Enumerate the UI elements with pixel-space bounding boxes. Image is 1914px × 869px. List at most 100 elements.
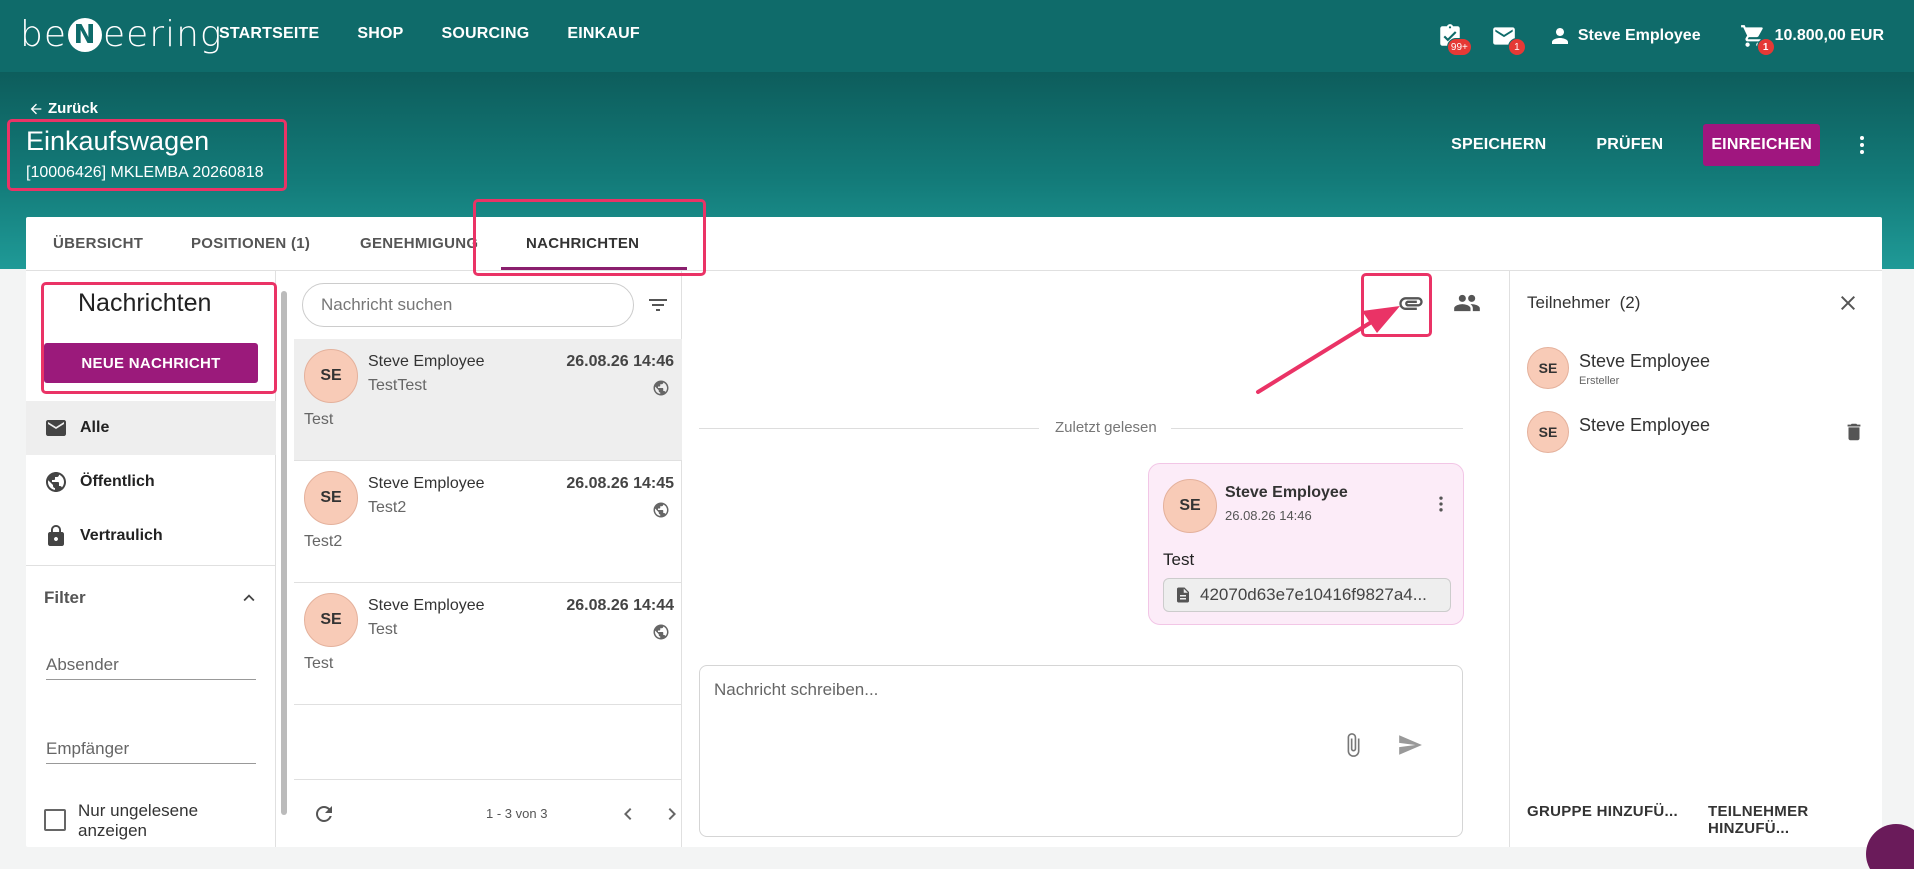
composer-placeholder: Nachricht schreiben...: [714, 680, 879, 699]
more-actions-button[interactable]: [1850, 133, 1874, 157]
participants-heading: Teilnehmer (2): [1527, 293, 1640, 313]
message-preview: Test: [304, 655, 334, 672]
folder-oeffentlich[interactable]: Öffentlich: [26, 455, 276, 509]
tab-nachrichten[interactable]: NACHRICHTEN: [526, 235, 639, 252]
unread-label-line2: anzeigen: [78, 821, 148, 840]
chevron-up-icon: [243, 594, 255, 602]
participants-title: Teilnehmer: [1527, 293, 1611, 312]
add-group-button[interactable]: GRUPPE HINZUFÜ...: [1527, 803, 1678, 820]
unread-only-filter[interactable]: Nur ungelesene anzeigen: [44, 801, 198, 841]
message-list-item[interactable]: SE Steve Employee Test2 26.08.26 14:45 T…: [294, 461, 682, 583]
message-list-item[interactable]: SE Steve Employee Test 26.08.26 14:44 Te…: [294, 583, 682, 705]
message-bubble: SE Steve Employee 26.08.26 14:46 Test 42…: [1148, 463, 1464, 625]
message-subject: Test2: [368, 499, 407, 516]
user-menu[interactable]: Steve Employee: [1548, 24, 1701, 48]
tab-positionen[interactable]: POSITIONEN (1): [191, 235, 310, 252]
unread-label-line1: Nur ungelesene: [78, 801, 199, 820]
logo-n-circle: N: [68, 17, 102, 52]
tasks-badge: 99+: [1446, 38, 1472, 56]
message-sender: Steve Employee: [368, 353, 485, 370]
globe-icon: [46, 472, 66, 492]
logo-text-left: be: [20, 14, 67, 55]
tab-genehmigung[interactable]: GENEHMIGUNG: [360, 235, 478, 252]
new-message-button[interactable]: NEUE NACHRICHT: [44, 343, 258, 383]
next-page-button[interactable]: [660, 802, 684, 826]
page-title: Einkaufswagen: [26, 126, 210, 156]
attachments-button[interactable]: [1397, 289, 1425, 317]
folder-scrollbar[interactable]: [281, 291, 287, 815]
close-participants-button[interactable]: [1836, 291, 1860, 315]
conversation-panel: Zuletzt gelesen SE Steve Employee 26.08.…: [683, 271, 1510, 847]
recipient-field[interactable]: Empfänger: [46, 739, 256, 764]
back-label: Zurück: [48, 100, 99, 117]
filter-toggle[interactable]: Filter: [44, 587, 260, 609]
attach-file-button[interactable]: [1340, 732, 1366, 758]
check-button[interactable]: PRÜFEN: [1596, 136, 1663, 154]
avatar: SE: [304, 593, 358, 647]
message-preview: Test2: [304, 533, 343, 550]
more-vert-icon: [1860, 136, 1864, 154]
filter-button[interactable]: [646, 293, 670, 317]
sender-field[interactable]: Absender: [46, 655, 256, 680]
folder-vertraulich[interactable]: Vertraulich: [26, 509, 276, 563]
attachment-chip[interactable]: 42070d63e7e10416f9827a4...: [1163, 578, 1451, 612]
messages-heading: Nachrichten: [78, 289, 212, 317]
paperclip-icon: [1347, 733, 1360, 757]
attachment-name: 42070d63e7e10416f9827a4...: [1200, 585, 1427, 604]
refresh-button[interactable]: [312, 802, 336, 826]
tab-uebersicht[interactable]: ÜBERSICHT: [53, 235, 143, 252]
folder-label: Alle: [80, 419, 110, 436]
tab-bar: ÜBERSICHT POSITIONEN (1) GENEHMIGUNG NAC…: [26, 217, 1882, 271]
cart-total: 10.800,00 EUR: [1774, 27, 1884, 44]
message-sender: Steve Employee: [368, 597, 485, 614]
chevron-right-icon: [668, 808, 676, 820]
participant-name: Steve Employee: [1579, 415, 1711, 435]
app-logo[interactable]: be Neering: [20, 14, 223, 55]
participant-name: Steve Employee: [1579, 351, 1711, 371]
top-right-tools: 99+ 1 Steve Employee 1 10.800,00 EUR: [1414, 18, 1884, 56]
nav-sourcing[interactable]: SOURCING: [442, 25, 530, 43]
more-vert-icon: [1439, 496, 1443, 512]
message-subject: Test: [368, 621, 398, 638]
group-icon: [1454, 294, 1480, 312]
message-search-input[interactable]: Nachricht suchen: [302, 283, 634, 327]
nav-shop[interactable]: SHOP: [357, 25, 403, 43]
message-list-item[interactable]: SE Steve Employee TestTest 26.08.26 14:4…: [294, 339, 682, 461]
message-options-button[interactable]: [1431, 494, 1451, 514]
nav-einkauf[interactable]: EINKAUF: [567, 25, 640, 43]
save-button[interactable]: SPEICHERN: [1451, 136, 1546, 154]
message-date: 26.08.26 14:45: [566, 475, 674, 492]
trash-icon: [1847, 423, 1861, 441]
participants-panel: Teilnehmer (2) SE Steve Employee Erstell…: [1511, 271, 1882, 847]
message-composer[interactable]: Nachricht schreiben...: [699, 665, 1463, 837]
content-card: ÜBERSICHT POSITIONEN (1) GENEHMIGUNG NAC…: [26, 217, 1882, 847]
mail-button[interactable]: 1: [1486, 18, 1526, 56]
submit-button[interactable]: EINREICHEN: [1703, 124, 1820, 166]
message-sender: Steve Employee: [368, 475, 485, 492]
tasks-button[interactable]: 99+: [1432, 18, 1472, 56]
nav-startseite[interactable]: STARTSEITE: [219, 25, 319, 43]
message-date: 26.08.26 14:44: [566, 597, 674, 614]
avatar: SE: [1527, 411, 1569, 453]
back-link[interactable]: Zurück: [28, 100, 98, 117]
add-participant-button[interactable]: TEILNEHMER HINZUFÜ...: [1708, 803, 1882, 837]
folder-label: Öffentlich: [80, 473, 155, 490]
pagination-info: 1 - 3 von 3: [486, 806, 548, 821]
cart-button[interactable]: 1 10.800,00 EUR: [1735, 18, 1884, 56]
remove-participant-button[interactable]: [1843, 421, 1865, 443]
participants-count: (2): [1619, 293, 1641, 312]
bubble-date: 26.08.26 14:46: [1225, 508, 1312, 523]
message-subject: TestTest: [368, 377, 427, 394]
previous-page-button[interactable]: [616, 802, 640, 826]
participant-role: Ersteller: [1579, 375, 1620, 387]
send-icon: [1399, 735, 1422, 755]
send-button[interactable]: [1397, 732, 1423, 758]
folder-alle[interactable]: Alle: [26, 401, 276, 455]
folder-divider: [26, 565, 276, 566]
participant-row: SE Steve Employee Ersteller: [1527, 347, 1867, 391]
unread-checkbox[interactable]: [44, 809, 66, 831]
bubble-text: Test: [1163, 550, 1195, 569]
participants-button[interactable]: [1453, 289, 1481, 317]
message-preview: Test: [304, 411, 334, 428]
active-tab-indicator: [501, 267, 687, 270]
